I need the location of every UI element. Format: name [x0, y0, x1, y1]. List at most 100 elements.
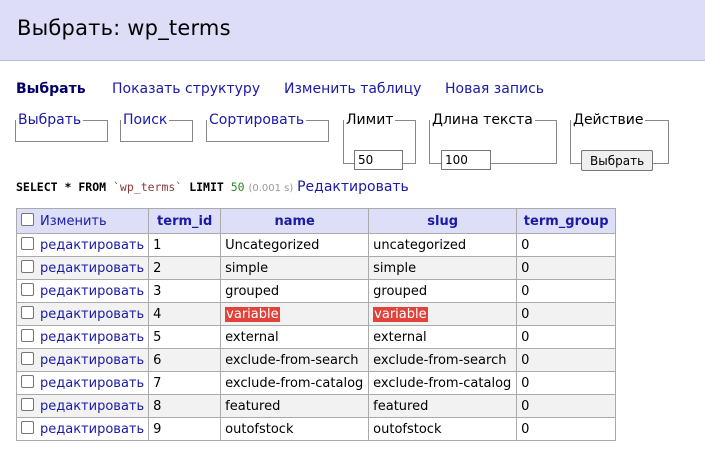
row-edit-cell: редактировать — [15, 348, 150, 372]
header-slug[interactable]: slug — [368, 208, 518, 234]
row-checkbox[interactable] — [21, 375, 34, 388]
select-columns-legend[interactable]: Выбрать — [16, 112, 83, 128]
cell-slug: simple — [368, 256, 518, 280]
row-edit-link[interactable]: редактировать — [40, 307, 144, 322]
action-legend: Действие — [573, 112, 644, 128]
row-checkbox[interactable] — [21, 306, 34, 319]
text-length-input[interactable] — [441, 150, 491, 170]
cell-name: featured — [220, 394, 370, 418]
cell-term-id: 8 — [148, 394, 222, 418]
row-edit-cell: редактировать — [15, 394, 150, 418]
sql-star: * — [64, 180, 72, 194]
sort-legend[interactable]: Сортировать — [207, 112, 306, 128]
row-edit-link[interactable]: редактировать — [40, 238, 144, 253]
sql-query[interactable]: SELECT * FROM `wp_terms` LIMIT 50 — [16, 180, 245, 194]
cell-term-group: 0 — [516, 348, 617, 372]
cell-name-value: featured — [225, 398, 281, 414]
cell-slug: uncategorized — [368, 233, 518, 257]
cell-slug: variable — [368, 302, 518, 326]
limit-legend: Лимит — [346, 112, 394, 128]
row-checkbox[interactable] — [21, 237, 34, 250]
cell-term-group: 0 — [516, 371, 617, 395]
cell-name-value: outofstock — [225, 421, 294, 437]
cell-slug-value: uncategorized — [373, 237, 467, 253]
cell-name: variable — [220, 302, 370, 326]
table-row: редактировать 5 external external 0 — [15, 325, 617, 349]
header-edit-link[interactable]: Изменить — [40, 214, 107, 229]
select-all-checkbox[interactable] — [21, 213, 34, 226]
sql-limit-value: 50 — [230, 180, 245, 194]
row-edit-link[interactable]: редактировать — [40, 376, 144, 391]
row-edit-link[interactable]: редактировать — [40, 399, 144, 414]
menu-new-item-link[interactable]: Новая запись — [445, 81, 544, 97]
row-edit-cell: редактировать — [15, 302, 150, 326]
row-edit-link[interactable]: редактировать — [40, 261, 144, 276]
cell-slug-value: outofstock — [373, 421, 442, 437]
row-edit-cell: редактировать — [15, 279, 150, 303]
cell-slug-value: featured — [373, 398, 429, 414]
cell-slug-value: exclude-from-catalog — [373, 375, 512, 391]
menu-alter-table-link[interactable]: Изменить таблицу — [284, 81, 421, 97]
sql-query-line: SELECT * FROM `wp_terms` LIMIT 50 (0.001… — [16, 179, 409, 195]
row-edit-cell: редактировать — [15, 325, 150, 349]
cell-slug: featured — [368, 394, 518, 418]
search-legend[interactable]: Поиск — [121, 112, 169, 128]
cell-name-value: simple — [225, 260, 269, 276]
cell-slug: outofstock — [368, 417, 518, 441]
sort-fieldset[interactable]: Сортировать — [206, 112, 329, 142]
row-checkbox[interactable] — [21, 398, 34, 411]
cell-name-value: exclude-from-search — [225, 352, 359, 368]
row-edit-link[interactable]: редактировать — [40, 353, 144, 368]
cell-name: outofstock — [220, 417, 370, 441]
cell-name-value: external — [225, 329, 279, 345]
row-checkbox[interactable] — [21, 283, 34, 296]
edit-query-link[interactable]: Редактировать — [297, 179, 409, 195]
select-columns-fieldset[interactable]: Выбрать — [15, 112, 108, 142]
table-row: редактировать 9 outofstock outofstock 0 — [15, 417, 617, 441]
cell-name: simple — [220, 256, 370, 280]
cell-term-id: 6 — [148, 348, 222, 372]
table-row: редактировать 3 grouped grouped 0 — [15, 279, 617, 303]
text-length-legend: Длина текста — [432, 112, 533, 128]
table-row: редактировать 2 simple simple 0 — [15, 256, 617, 280]
cell-slug-value: external — [373, 329, 427, 345]
row-edit-link[interactable]: редактировать — [40, 422, 144, 437]
cell-term-id: 7 — [148, 371, 222, 395]
select-submit-button[interactable]: Выбрать — [581, 150, 654, 171]
row-edit-link[interactable]: редактировать — [40, 284, 144, 299]
sql-keyword-limit: LIMIT — [189, 180, 224, 194]
row-edit-cell: редактировать — [15, 256, 150, 280]
cell-slug: external — [368, 325, 518, 349]
cell-name-value: grouped — [225, 283, 280, 299]
cell-slug-value: simple — [373, 260, 417, 276]
header-name[interactable]: name — [220, 208, 370, 234]
search-fieldset[interactable]: Поиск — [120, 112, 193, 142]
cell-name: Uncategorized — [220, 233, 370, 257]
text-length-fieldset: Длина текста — [429, 112, 557, 170]
cell-name-value: exclude-from-catalog — [225, 375, 364, 391]
cell-term-id: 3 — [148, 279, 222, 303]
row-edit-link[interactable]: редактировать — [40, 330, 144, 345]
menu-structure-link[interactable]: Показать структуру — [112, 81, 260, 97]
row-checkbox[interactable] — [21, 352, 34, 365]
row-checkbox[interactable] — [21, 421, 34, 434]
sql-keyword-select: SELECT — [16, 180, 58, 194]
table-header-row: Изменить term_id name slug term_group — [15, 208, 617, 234]
header-term-group[interactable]: term_group — [516, 208, 617, 234]
cell-term-group: 0 — [516, 302, 617, 326]
cell-term-group: 0 — [516, 233, 617, 257]
results-table: Изменить term_id name slug term_group ре… — [15, 208, 617, 441]
table-row: редактировать 4 variable variable 0 — [15, 302, 617, 326]
page-title: Выбрать: wp_terms — [17, 16, 231, 40]
cell-name: exclude-from-search — [220, 348, 370, 372]
query-time: (0.001 s) — [248, 183, 294, 194]
cell-name-value: variable — [225, 306, 280, 322]
row-edit-cell: редактировать — [15, 371, 150, 395]
row-checkbox[interactable] — [21, 329, 34, 342]
row-checkbox[interactable] — [21, 260, 34, 273]
header-term-id[interactable]: term_id — [148, 208, 222, 234]
cell-term-id: 5 — [148, 325, 222, 349]
limit-input[interactable] — [354, 150, 403, 170]
cell-name: exclude-from-catalog — [220, 371, 370, 395]
row-edit-cell: редактировать — [15, 233, 150, 257]
